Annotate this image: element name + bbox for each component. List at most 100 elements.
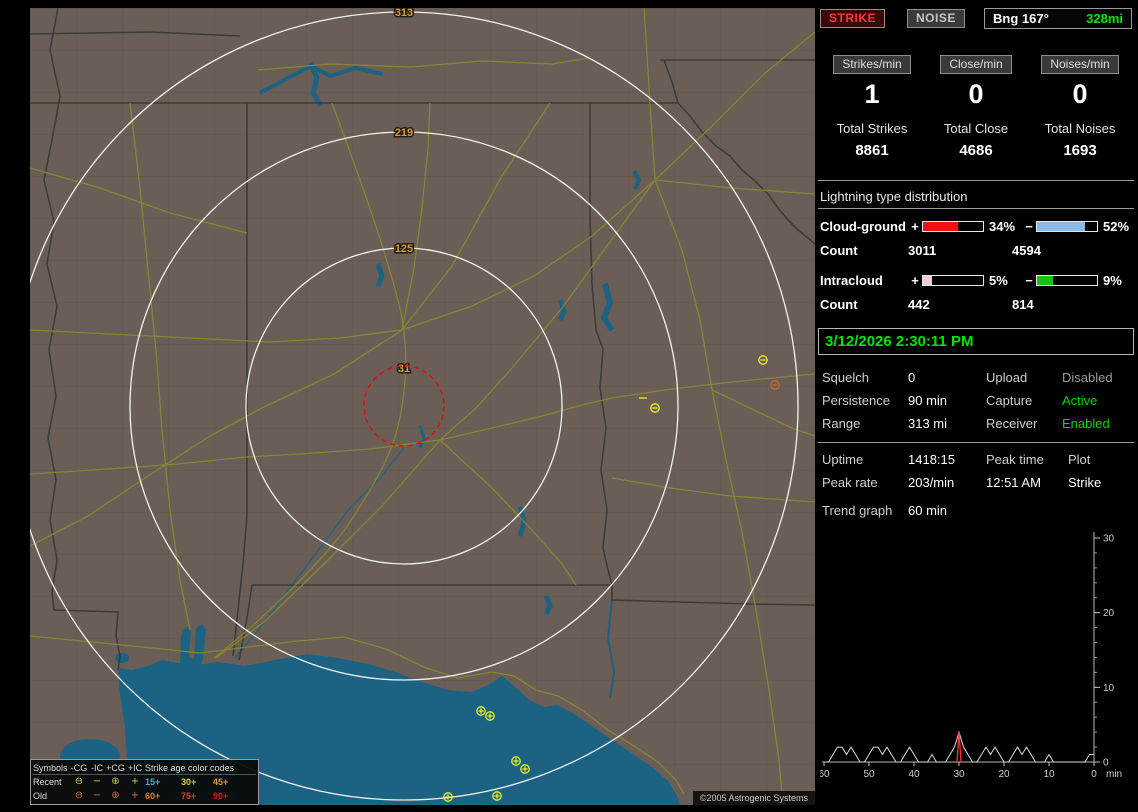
copyright-notice: ©2005 Astrogenic Systems — [692, 791, 815, 805]
ic-plus-count: 442 — [908, 297, 930, 312]
svg-text:0: 0 — [1103, 758, 1109, 769]
peak-rate-label: Peak rate — [822, 475, 878, 490]
age-30: 30+ — [181, 777, 197, 787]
svg-text:219: 219 — [395, 127, 413, 139]
plus-sign: + — [911, 219, 919, 234]
separator — [818, 442, 1134, 443]
peak-time-value: 12:51 AM — [986, 475, 1041, 490]
settings-grid: Squelch 0 Upload Disabled Persistence 90… — [822, 370, 1132, 431]
cloud-ground-row: Cloud-ground + 34% − 52% — [818, 219, 1134, 234]
strikes-per-min-value: 1 — [864, 79, 880, 109]
bearing-label: Bng 167° — [993, 11, 1049, 26]
persistence-label: Persistence — [822, 393, 890, 408]
intracloud-row: Intracloud + 5% − 9% — [818, 273, 1134, 288]
svg-text:0: 0 — [1091, 769, 1097, 780]
cg-minus-bar — [1036, 221, 1098, 232]
legend-old-label: Old — [33, 791, 48, 801]
noise-indicator[interactable]: NOISE — [907, 9, 965, 28]
bearing-readout: Bng 167° 328mi — [984, 8, 1132, 29]
svg-text:40: 40 — [908, 769, 920, 780]
svg-text:313: 313 — [395, 8, 413, 19]
total-strikes-label: Total Strikes — [836, 121, 908, 136]
legend-col-ic-minus: -IC — [91, 762, 103, 773]
cg-minus-percent: 52% — [1103, 219, 1130, 234]
cg-plus-percent: 34% — [989, 219, 1016, 234]
persistence-value: 90 min — [908, 393, 948, 408]
range-value: 313 mi — [908, 416, 948, 431]
ic-plus-percent: 5% — [989, 273, 1008, 288]
map-canvas[interactable]: 31 125 219 313 — [30, 8, 815, 805]
cloud-ground-label: Cloud-ground — [820, 219, 906, 234]
cg-minus-icon: ⊖ — [74, 790, 84, 801]
rate-counters: Strikes/min 1 Total Strikes 8861 Close/m… — [822, 55, 1130, 159]
age-60: 60+ — [145, 791, 161, 801]
upload-label: Upload — [986, 370, 1028, 385]
upload-status: Disabled — [1062, 370, 1113, 385]
cg-plus-icon: ⊕ — [111, 776, 120, 787]
cg-plus-bar-fill — [923, 222, 958, 231]
svg-text:min: min — [1106, 769, 1122, 780]
svg-text:60: 60 — [820, 769, 830, 780]
ic-plus-bar-fill — [923, 276, 932, 285]
trend-header: Trend graph 60 min — [822, 503, 1132, 518]
indicator-row: STRIKE NOISE Bng 167° 328mi — [820, 8, 1132, 29]
trend-graph-label: Trend graph — [822, 503, 893, 518]
close-per-min-chip[interactable]: Close/min — [940, 55, 1012, 74]
ic-minus-icon: − — [92, 776, 102, 787]
ic-plus-icon: + — [130, 790, 140, 801]
legend-recent-row: Recent ⊖ − ⊕ + 15+ 30+ 45+ — [33, 775, 256, 789]
cloud-ground-counts: Count 3011 4594 — [818, 243, 1134, 258]
bearing-range: 328mi — [1086, 11, 1123, 26]
legend-col-ic-plus: +IC — [127, 762, 143, 773]
svg-text:125: 125 — [395, 243, 413, 255]
legend-header-row: Symbols -CG -IC +CG +IC Strike age color… — [33, 761, 256, 775]
ic-minus-bar — [1036, 275, 1098, 286]
minus-sign: − — [1025, 273, 1033, 288]
peak-time-label: Peak time — [986, 452, 1044, 467]
intracloud-label: Intracloud — [820, 273, 883, 288]
age-15: 15+ — [145, 777, 161, 787]
noises-per-min-value: 0 — [1072, 79, 1088, 109]
lightning-map[interactable]: 31 125 219 313 Symbols -CG -IC +CG +IC Stri… — [30, 8, 815, 805]
ic-plus-icon: + — [130, 776, 140, 787]
cg-minus-icon: ⊖ — [74, 776, 84, 787]
datetime-display: 3/12/2026 2:30:11 PM — [818, 328, 1134, 355]
svg-text:20: 20 — [1103, 608, 1115, 619]
legend-age-title: Strike age color codes — [145, 762, 235, 773]
separator — [818, 180, 1134, 181]
range-label: Range — [822, 416, 861, 431]
stats-grid: Uptime 1418:15 Peak time Plot Peak rate … — [822, 452, 1132, 490]
strikes-per-min-chip[interactable]: Strikes/min — [833, 55, 911, 74]
ic-minus-percent: 9% — [1103, 273, 1122, 288]
plus-sign: + — [911, 273, 919, 288]
total-noises-value: 1693 — [1063, 142, 1097, 159]
legend-symbols-label: Symbols — [33, 762, 68, 773]
legend-col-cg-minus: -CG — [70, 762, 88, 773]
total-noises-label: Total Noises — [1044, 121, 1116, 136]
receiver-label: Receiver — [986, 416, 1038, 431]
ic-minus-icon: − — [92, 790, 102, 801]
age-45: 45+ — [213, 777, 229, 787]
capture-status: Active — [1062, 393, 1098, 408]
count-label: Count — [820, 297, 858, 312]
strike-indicator[interactable]: STRIKE — [820, 9, 886, 28]
receiver-status: Enabled — [1062, 416, 1110, 431]
svg-text:30: 30 — [953, 769, 965, 780]
svg-text:10: 10 — [1103, 683, 1115, 694]
svg-text:50: 50 — [863, 769, 875, 780]
uptime-value: 1418:15 — [908, 452, 955, 467]
cg-plus-bar — [922, 221, 984, 232]
ic-minus-bar-fill — [1037, 276, 1053, 285]
age-75: 75+ — [181, 791, 197, 801]
svg-text:30: 30 — [1103, 534, 1115, 545]
noises-counter: Noises/min 0 Total Noises 1693 — [1030, 55, 1130, 159]
cg-plus-count: 3011 — [908, 243, 937, 258]
peak-rate-value: 203/min — [908, 475, 955, 490]
minus-sign: − — [1025, 219, 1033, 234]
trend-graph: 010203060 50 40 30 20 10 0 min — [820, 532, 1122, 780]
legend-recent-label: Recent — [33, 777, 62, 787]
ic-minus-count: 814 — [1012, 297, 1034, 312]
close-counter: Close/min 0 Total Close 4686 — [926, 55, 1026, 159]
total-strikes-value: 8861 — [855, 142, 889, 159]
noises-per-min-chip[interactable]: Noises/min — [1041, 55, 1119, 74]
